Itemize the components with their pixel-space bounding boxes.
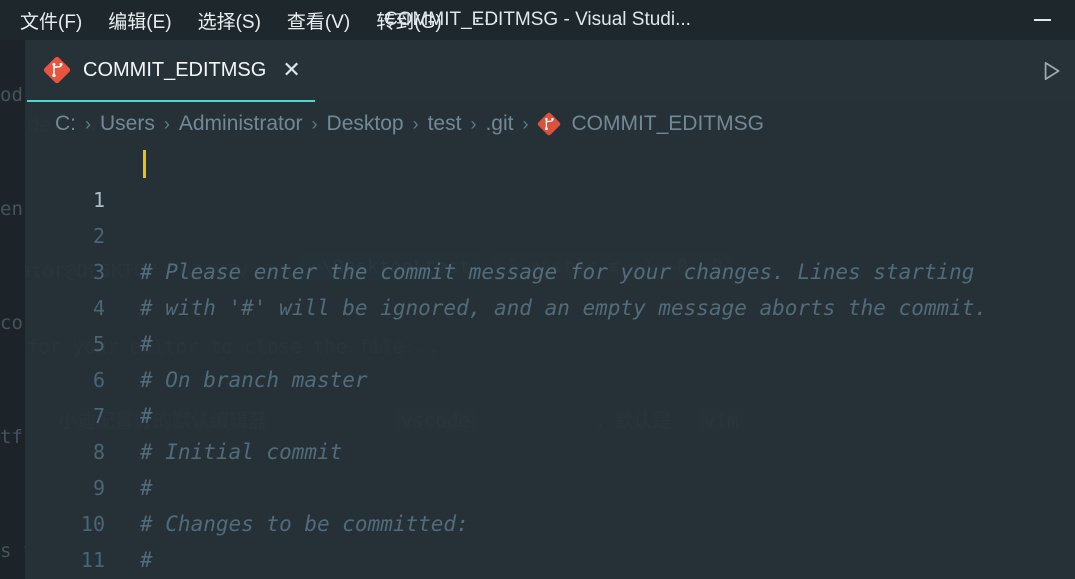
chevron-right-icon: › <box>470 113 477 134</box>
breadcrumb-git[interactable]: .git <box>485 112 513 136</box>
breadcrumb-desktop[interactable]: Desktop <box>327 112 404 136</box>
run-button[interactable] <box>1033 54 1069 88</box>
text-cursor <box>143 150 146 178</box>
code-line[interactable]: 5 # On branch master <box>25 290 1075 392</box>
menu-more-icon[interactable]: ··· <box>474 9 502 31</box>
tab-label: COMMIT_EDITMSG <box>83 58 267 81</box>
menu-selection[interactable]: 选择(S) <box>196 5 263 36</box>
chevron-right-icon: › <box>522 113 529 134</box>
menu-bar: 文件(F) 编辑(E) 选择(S) 查看(V) 转到(G) ··· <box>18 5 502 36</box>
bg-strip-line: co <box>0 312 23 334</box>
breadcrumb: C: › Users › Administrator › Desktop › t… <box>25 102 1075 146</box>
code-line[interactable]: 4 # <box>25 254 1075 356</box>
menu-go[interactable]: 转到(G) <box>374 5 443 36</box>
chevron-right-icon: › <box>85 113 91 134</box>
bg-strip-line: en <box>0 198 23 220</box>
tab-bar: COMMIT_EDITMSG ✕ <box>25 40 1075 102</box>
bg-strip-line: s f <box>0 540 25 562</box>
tab-commit-editmsg[interactable]: COMMIT_EDITMSG ✕ <box>27 40 315 102</box>
code-line[interactable]: 12 <box>25 542 1075 578</box>
chevron-right-icon: › <box>163 113 170 134</box>
git-file-icon <box>43 56 71 84</box>
code-line[interactable]: 9 # Changes to be committed: <box>25 434 1075 536</box>
code-line[interactable]: 1 <box>25 146 1075 212</box>
play-triangle-icon <box>1044 62 1060 80</box>
breadcrumb-drive[interactable]: C: <box>55 112 76 136</box>
code-line[interactable]: 11 # <box>25 506 1075 572</box>
breadcrumb-file[interactable]: COMMIT_EDITMSG <box>571 112 764 136</box>
breadcrumb-administrator[interactable]: Administrator <box>179 112 303 136</box>
vscode-window: 文件(F) 编辑(E) 选择(S) 查看(V) 转到(G) ··· COMMIT… <box>0 0 1075 579</box>
minimize-button[interactable] <box>1019 0 1065 40</box>
bg-strip-line: tf <box>0 426 23 448</box>
chevron-right-icon: › <box>311 113 318 134</box>
code-line[interactable]: 8 # <box>25 398 1075 500</box>
code-line[interactable]: 3 # with '#' will be ignored, and an emp… <box>25 218 1075 320</box>
breadcrumb-test[interactable]: test <box>428 112 462 136</box>
code-line[interactable]: 2 # Please enter the commit message for … <box>25 182 1075 284</box>
menu-file[interactable]: 文件(F) <box>18 5 84 36</box>
menu-view[interactable]: 查看(V) <box>285 5 352 36</box>
chevron-right-icon: › <box>412 113 419 134</box>
breadcrumb-users[interactable]: Users <box>100 112 155 136</box>
title-bar: 文件(F) 编辑(E) 选择(S) 查看(V) 转到(G) ··· COMMIT… <box>0 0 1075 40</box>
minimize-icon <box>1033 19 1051 21</box>
background-terminal-left-strip: od en co tf s f de o, ] <box>0 0 25 579</box>
code-line[interactable]: 10 # new file: 1.txt <box>25 470 1075 572</box>
bg-strip-line: od <box>0 84 23 106</box>
code-editor[interactable]: 1 2 # Please enter the commit message fo… <box>25 146 1075 579</box>
git-file-icon <box>537 112 561 136</box>
menu-edit[interactable]: 编辑(E) <box>106 5 173 36</box>
close-icon[interactable]: ✕ <box>282 59 300 81</box>
code-line[interactable]: 7 # Initial commit <box>25 362 1075 464</box>
code-line[interactable]: 6 # <box>25 326 1075 428</box>
